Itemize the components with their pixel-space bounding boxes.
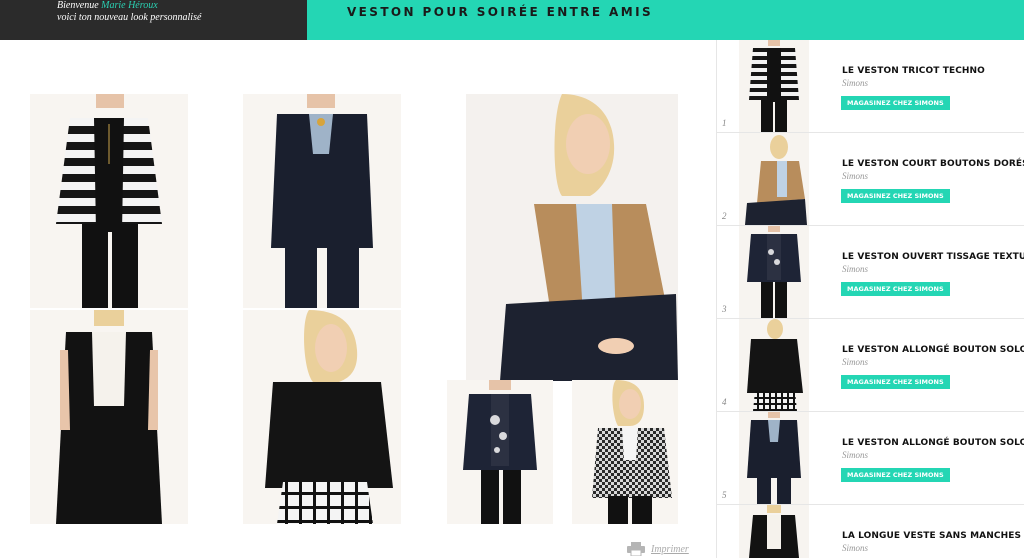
- product-thumbnail[interactable]: [739, 133, 809, 225]
- product-name[interactable]: LE VESTON ALLONGÉ BOUTON SOLO: [842, 345, 1024, 355]
- product-name[interactable]: LE VESTON ALLONGÉ BOUTON SOLO: [842, 438, 1024, 448]
- product-name[interactable]: LE VESTON COURT BOUTONS DORÉS: [842, 159, 1024, 169]
- product-number: 4: [722, 397, 727, 407]
- product-thumbnail[interactable]: [739, 412, 809, 504]
- product-list: 1 LE VESTON TRICOT TECHNO Simons MAGASIN…: [716, 40, 1024, 558]
- title-bar: VESTON POUR SOIRÉE ENTRE AMIS: [307, 0, 1024, 40]
- product-number: 5: [722, 490, 727, 500]
- product-thumbnail[interactable]: [739, 505, 809, 558]
- shop-at-simons-button[interactable]: MAGASINEZ CHEZ SIMONS: [841, 189, 950, 203]
- welcome-subtitle: voici ton nouveau look personnalisé: [57, 12, 202, 23]
- product-item: 2 LE VESTON COURT BOUTONS DORÉS Simons M…: [717, 133, 1024, 226]
- user-name-link[interactable]: Marie Héroux: [101, 0, 158, 11]
- product-brand: Simons: [842, 543, 869, 553]
- printer-icon: [627, 542, 645, 556]
- shop-at-simons-button[interactable]: MAGASINEZ CHEZ SIMONS: [841, 282, 950, 296]
- print-label[interactable]: Imprimer: [651, 544, 689, 555]
- look-image-camel-blazer-model[interactable]: [466, 94, 678, 381]
- shop-at-simons-button[interactable]: MAGASINEZ CHEZ SIMONS: [841, 375, 950, 389]
- product-item: 1 LE VESTON TRICOT TECHNO Simons MAGASIN…: [717, 40, 1024, 133]
- product-number: 2: [722, 211, 727, 221]
- look-image-striped-blazer[interactable]: [30, 94, 188, 308]
- product-name[interactable]: LE VESTON TRICOT TECHNO: [842, 66, 985, 76]
- page-title: VESTON POUR SOIRÉE ENTRE AMIS: [347, 5, 653, 19]
- product-thumbnail[interactable]: [739, 226, 809, 318]
- product-brand: Simons: [842, 78, 869, 88]
- product-item: 4 LE VESTON ALLONGÉ BOUTON SOLO Simons M…: [717, 319, 1024, 412]
- shop-at-simons-button[interactable]: MAGASINEZ CHEZ SIMONS: [841, 468, 950, 482]
- look-image-houndstooth-blazer[interactable]: [572, 380, 678, 524]
- print-button[interactable]: Imprimer: [627, 540, 689, 558]
- product-brand: Simons: [842, 264, 869, 274]
- product-name[interactable]: LA LONGUE VESTE SANS MANCHES: [842, 531, 1021, 541]
- product-thumbnail[interactable]: [739, 40, 809, 132]
- product-number: 1: [722, 118, 727, 128]
- look-image-navy-blazer[interactable]: [243, 94, 401, 308]
- product-brand: Simons: [842, 171, 869, 181]
- product-brand: Simons: [842, 357, 869, 367]
- product-thumbnail[interactable]: [739, 319, 809, 411]
- welcome-bar: Bienvenue Marie Héroux voici ton nouveau…: [0, 0, 307, 40]
- product-item: 3 LE VESTON OUVERT TISSAGE TEXTURÉ Simon…: [717, 226, 1024, 319]
- look-image-embroidered-jacket[interactable]: [447, 380, 553, 524]
- shop-at-simons-button[interactable]: MAGASINEZ CHEZ SIMONS: [841, 96, 950, 110]
- product-number: 3: [722, 304, 727, 314]
- look-image-sleeveless-vest[interactable]: [30, 310, 188, 524]
- product-name[interactable]: LE VESTON OUVERT TISSAGE TEXTURÉ: [842, 252, 1024, 262]
- welcome-message: Bienvenue Marie Héroux voici ton nouveau…: [57, 0, 201, 24]
- product-item: LA LONGUE VESTE SANS MANCHES Simons: [717, 505, 1024, 558]
- product-item: 5 LE VESTON ALLONGÉ BOUTON SOLO Simons M…: [717, 412, 1024, 505]
- look-image-black-blazer-check-skirt[interactable]: [243, 310, 401, 524]
- welcome-prefix: Bienvenue: [57, 0, 99, 11]
- product-brand: Simons: [842, 450, 869, 460]
